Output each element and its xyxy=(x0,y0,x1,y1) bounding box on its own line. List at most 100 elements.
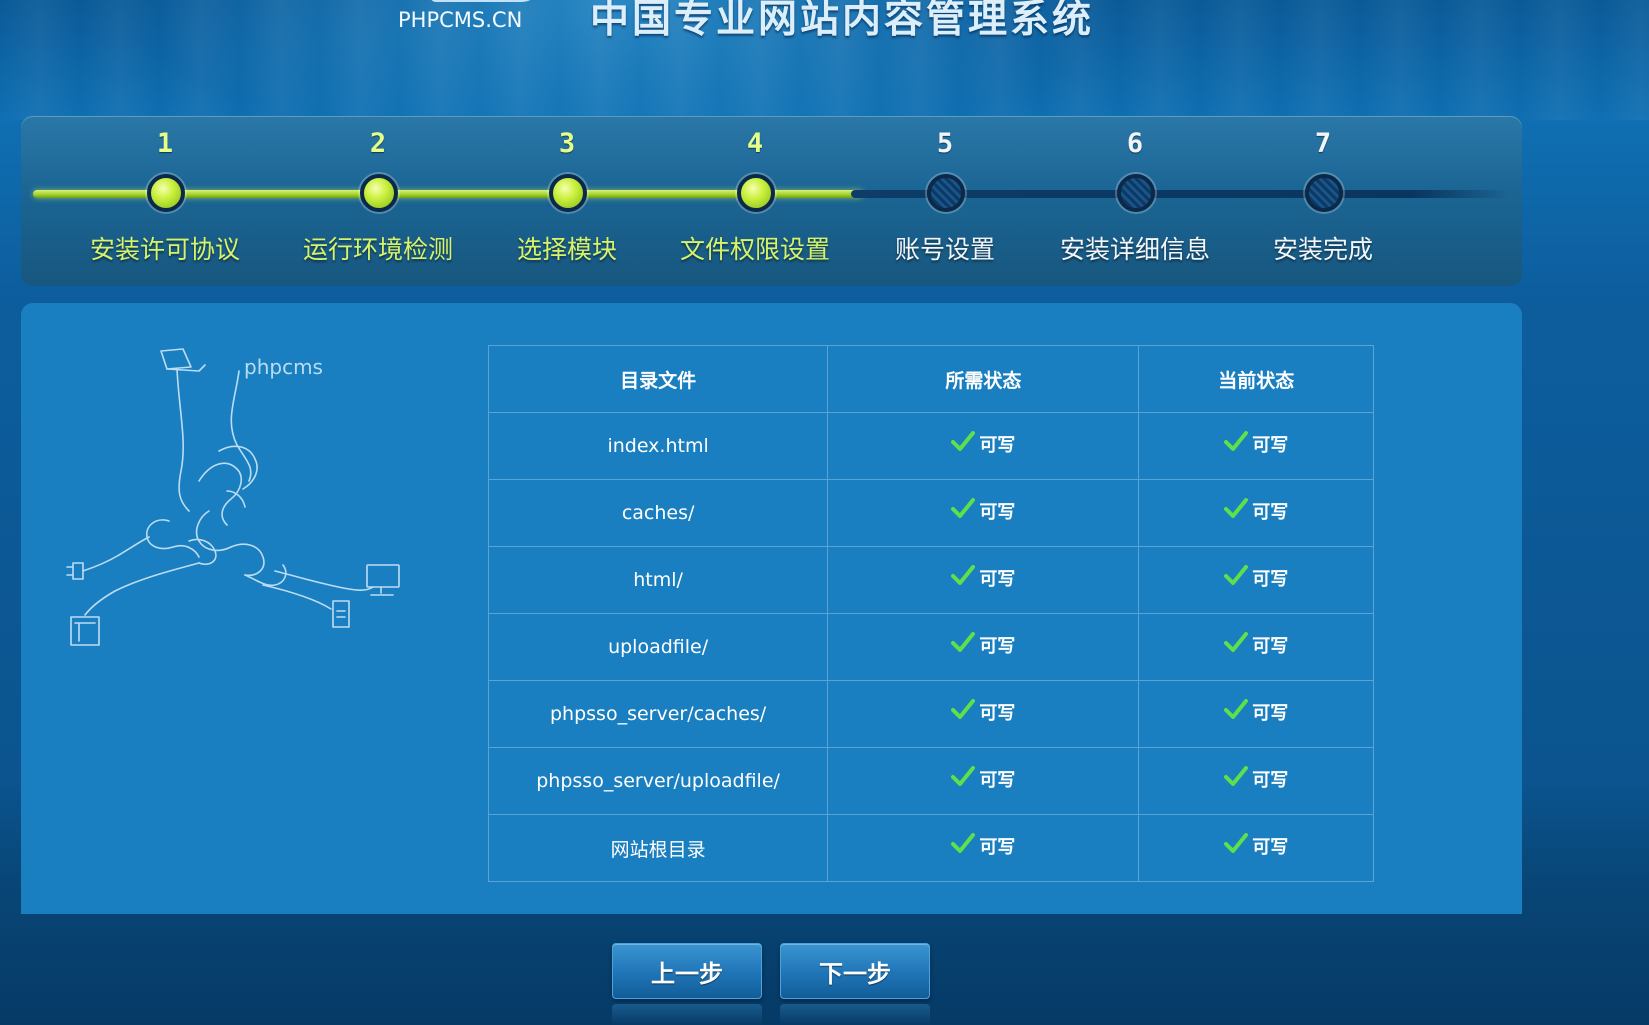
required-status-cell: 可写 xyxy=(827,747,1140,815)
check-icon xyxy=(951,631,976,652)
status-label: 可写 xyxy=(1252,769,1289,791)
step-number: 3 xyxy=(558,128,576,159)
step-complete-dot-icon xyxy=(147,174,185,212)
step-number: 1 xyxy=(156,128,174,159)
current-status-cell: 可写 xyxy=(1138,412,1374,480)
status-label: 可写 xyxy=(979,635,1016,657)
step-number: 4 xyxy=(746,128,764,159)
check-icon xyxy=(1224,497,1249,518)
required-status-cell: 可写 xyxy=(827,680,1140,748)
check-icon xyxy=(951,698,976,719)
check-icon xyxy=(951,430,976,451)
step-label: 安装许可协议 xyxy=(89,235,240,264)
table-row: uploadfile/可写 可写 xyxy=(487,613,1374,681)
required-status-cell: 可写 xyxy=(827,613,1140,681)
writable-status: 可写 xyxy=(1224,430,1289,457)
column-header-required: 所需状态 xyxy=(827,345,1140,413)
phpcms-logo: PHPCMS.CN xyxy=(398,0,548,34)
table-row: html/可写 可写 xyxy=(487,546,1374,614)
status-label: 可写 xyxy=(1252,434,1289,456)
writable-status: 可写 xyxy=(951,832,1016,859)
writable-status: 可写 xyxy=(951,497,1015,524)
path-cell: uploadfile/ xyxy=(487,613,829,681)
check-icon xyxy=(1224,765,1249,786)
step-5: 5 账号设置 xyxy=(855,116,1035,286)
table-body: index.html 可写 可写 caches/可写 可写 html/可写 可写 upload… xyxy=(487,412,1374,882)
path-cell: index.html xyxy=(487,412,829,480)
current-status-cell: 可写 xyxy=(1138,546,1374,614)
writable-status: 可写 xyxy=(1224,765,1289,792)
step-label: 安装详细信息 xyxy=(1059,235,1210,264)
required-status-cell: 可写 xyxy=(827,412,1140,480)
writable-status: 可写 xyxy=(951,631,1016,658)
current-status-cell: 可写 xyxy=(1138,814,1374,882)
writable-status: 可写 xyxy=(1224,832,1289,859)
step-4: 4 文件权限设置 xyxy=(665,116,845,286)
check-icon xyxy=(1224,832,1249,853)
site-title: 中国专业网站内容管理系统 xyxy=(590,0,1095,42)
check-icon xyxy=(1224,631,1249,652)
writable-status: 可写 xyxy=(951,564,1016,591)
path-cell: phpsso_server/uploadfile/ xyxy=(487,747,829,815)
status-label: 可写 xyxy=(979,769,1016,791)
next-button-reflection xyxy=(780,1004,930,1025)
previous-button-reflection xyxy=(612,1004,762,1025)
server-icon xyxy=(332,600,350,628)
step-complete-dot-icon xyxy=(360,174,398,212)
install-steps-bar: 1 安装许可协议 2 运行环境检测 3 选择模块 4 文件权限设置 5 账号设置… xyxy=(21,116,1522,286)
step-number: 2 xyxy=(369,128,387,159)
required-status-cell: 可写 xyxy=(827,814,1140,882)
illustration-caption: phpcms xyxy=(244,355,323,379)
table-row: phpsso_server/caches/可写 可写 xyxy=(487,680,1374,748)
plug-icon xyxy=(66,562,84,580)
status-label: 可写 xyxy=(1252,568,1289,590)
required-status-cell: 可写 xyxy=(827,479,1140,547)
step-current-dot-icon xyxy=(737,174,775,212)
table-row: 网站根目录 可写 可写 xyxy=(487,814,1374,882)
monitor-icon xyxy=(366,564,400,596)
step-label: 选择模块 xyxy=(516,235,617,264)
check-icon xyxy=(951,497,976,518)
status-label: 可写 xyxy=(979,568,1016,590)
step-number: 5 xyxy=(936,128,954,159)
status-label: 可写 xyxy=(1252,702,1289,724)
step-7: 7 安装完成 xyxy=(1233,116,1413,286)
next-step-button[interactable]: 下一步 xyxy=(780,943,930,999)
step-label: 文件权限设置 xyxy=(679,235,830,264)
check-icon xyxy=(951,765,976,786)
previous-step-button[interactable]: 上一步 xyxy=(612,943,762,999)
column-header-current: 当前状态 xyxy=(1138,345,1374,413)
writable-status: 可写 xyxy=(1224,631,1288,658)
check-icon xyxy=(1224,564,1249,585)
current-status-cell: 可写 xyxy=(1138,613,1374,681)
path-cell: phpsso_server/caches/ xyxy=(487,680,829,748)
path-cell: caches/ xyxy=(487,479,829,547)
required-status-cell: 可写 xyxy=(827,546,1140,614)
step-3: 3 选择模块 xyxy=(477,116,657,286)
writable-status: 可写 xyxy=(1224,564,1289,591)
check-icon xyxy=(1224,430,1249,451)
step-pending-dot-icon xyxy=(1305,174,1343,212)
status-label: 可写 xyxy=(1252,501,1289,523)
table-row: caches/可写 可写 xyxy=(487,479,1374,547)
logo-text: PHPCMS.CN xyxy=(398,8,523,32)
current-status-cell: 可写 xyxy=(1138,680,1374,748)
status-label: 可写 xyxy=(979,836,1016,858)
check-icon xyxy=(1224,698,1249,719)
step-number: 7 xyxy=(1314,128,1332,159)
logo-badge xyxy=(430,0,540,2)
writable-status: 可写 xyxy=(1224,497,1289,524)
status-label: 可写 xyxy=(979,434,1016,456)
path-cell: 网站根目录 xyxy=(487,814,829,882)
laptop-icon xyxy=(160,348,206,372)
layout-icon xyxy=(70,616,100,646)
check-icon xyxy=(951,832,976,853)
step-2: 2 运行环境检测 xyxy=(288,116,468,286)
table-row: phpsso_server/uploadfile/可写 可写 xyxy=(487,747,1374,815)
step-label: 运行环境检测 xyxy=(302,235,453,264)
status-label: 可写 xyxy=(979,702,1016,724)
main-content-panel: phpcms 目录文件 所需状态 当前状态 index.html 可写 可写 c… xyxy=(21,303,1522,914)
step-label: 账号设置 xyxy=(894,235,995,264)
status-label: 可写 xyxy=(1252,836,1289,858)
writable-status: 可写 xyxy=(951,430,1016,457)
